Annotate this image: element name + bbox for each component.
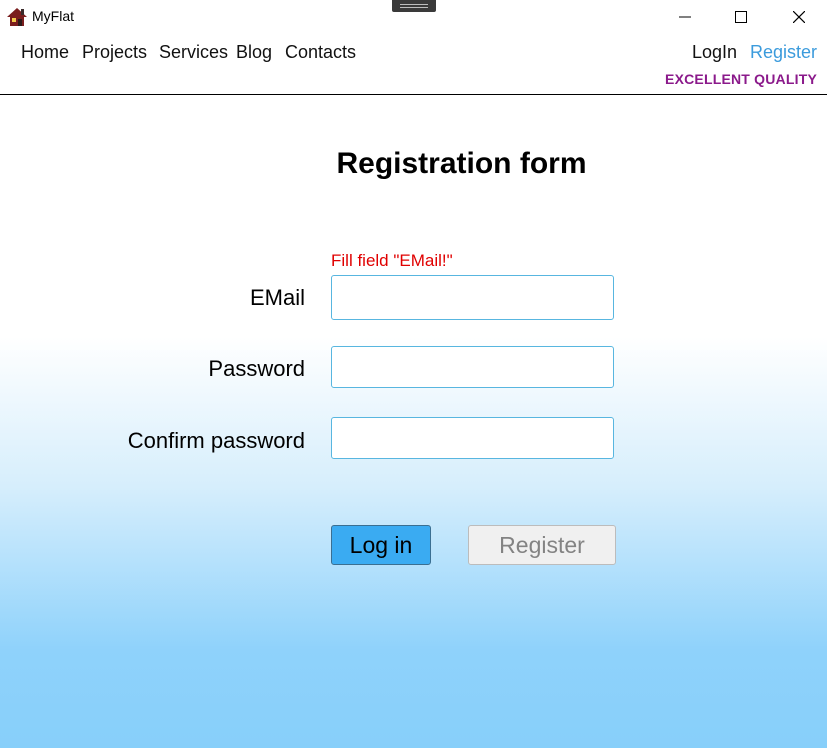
- login-button[interactable]: Log in: [331, 525, 431, 565]
- nav-item-blog[interactable]: Blog: [236, 42, 272, 63]
- confirm-password-field[interactable]: [331, 417, 614, 459]
- password-label: Password: [208, 356, 305, 381]
- register-button[interactable]: Register: [468, 525, 616, 565]
- registration-panel: Registration form Fill field "EMail!" EM…: [0, 95, 827, 748]
- close-button[interactable]: [771, 0, 827, 34]
- minimize-button[interactable]: [657, 0, 713, 34]
- page-title: Registration form: [336, 147, 587, 180]
- nav-item-contacts[interactable]: Contacts: [285, 42, 356, 63]
- nav-register-link[interactable]: Register: [750, 42, 817, 63]
- nav-item-home[interactable]: Home: [21, 42, 69, 63]
- password-field[interactable]: [331, 346, 614, 388]
- maximize-button[interactable]: [713, 0, 769, 34]
- nav-login-link[interactable]: LogIn: [692, 42, 737, 63]
- close-icon: [793, 11, 805, 23]
- nav-item-projects[interactable]: Projects: [82, 42, 147, 63]
- email-label: EMail: [249, 285, 305, 310]
- slogan: EXCELLENT QUALITY: [665, 71, 817, 87]
- top-nav: Home Projects Services Blog Contacts Log…: [0, 34, 827, 95]
- email-field[interactable]: [331, 275, 614, 320]
- maximize-icon: [735, 11, 747, 23]
- minimize-icon: [679, 16, 691, 18]
- window-grip-handle[interactable]: [392, 0, 436, 12]
- house-icon: [6, 6, 28, 28]
- app-title: MyFlat: [32, 8, 74, 24]
- email-error-message: Fill field "EMail!": [331, 251, 453, 270]
- title-bar: MyFlat: [0, 0, 827, 34]
- confirm-password-label: Confirm password: [127, 428, 305, 453]
- nav-item-services[interactable]: Services: [159, 42, 228, 63]
